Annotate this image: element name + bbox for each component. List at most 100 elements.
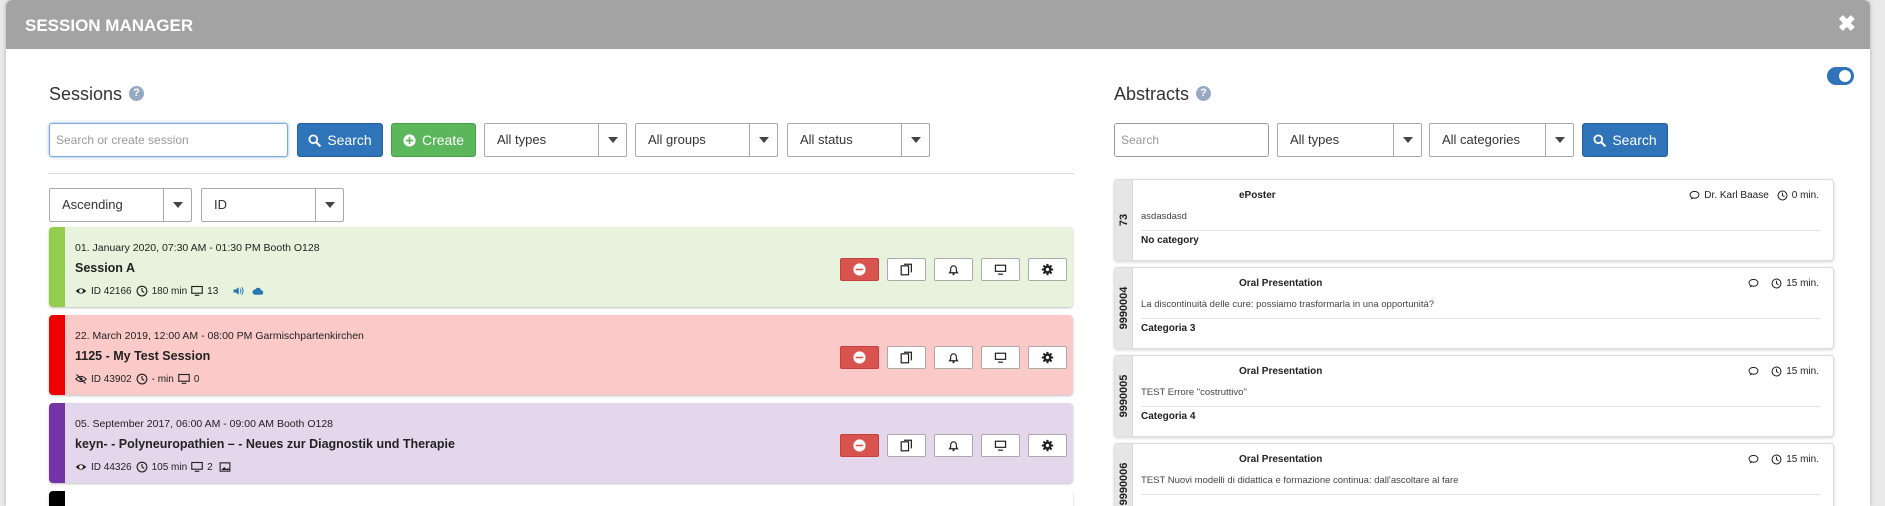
search-icon bbox=[1593, 133, 1607, 147]
abstract-type-value: All types bbox=[1290, 132, 1340, 147]
remove-button[interactable] bbox=[840, 434, 879, 457]
present-button[interactable] bbox=[981, 258, 1020, 281]
view-toggle[interactable] bbox=[1827, 67, 1854, 85]
session-duration: - min bbox=[151, 373, 174, 385]
help-icon[interactable]: ? bbox=[129, 86, 145, 101]
abstract-card[interactable]: 9990006 Oral Presentation 15 min. TEST N… bbox=[1114, 443, 1834, 506]
settings-button[interactable] bbox=[1028, 346, 1067, 369]
session-screens: 13 bbox=[207, 285, 219, 297]
abstract-search-label: Search bbox=[1612, 132, 1657, 148]
session-card[interactable]: 22. March 2019, 12:00 AM - 08:00 PM Garm… bbox=[49, 315, 1073, 395]
monitor-icon bbox=[178, 373, 190, 384]
settings-button[interactable] bbox=[1028, 434, 1067, 457]
gear-icon bbox=[1041, 263, 1054, 276]
session-meta: ID 43902 - min 0 bbox=[75, 373, 199, 385]
session-name: Session A bbox=[75, 261, 135, 275]
abstract-info: 15 min. bbox=[1748, 454, 1819, 465]
copy-button[interactable] bbox=[887, 258, 926, 281]
remove-button[interactable] bbox=[840, 258, 879, 281]
abstract-search-input[interactable] bbox=[1114, 123, 1269, 157]
abstract-search-button[interactable]: Search bbox=[1582, 123, 1668, 157]
abstract-id: 9990005 bbox=[1117, 374, 1130, 418]
gear-icon bbox=[1041, 351, 1054, 364]
abstract-title: asdasdasd bbox=[1141, 211, 1821, 231]
abstract-duration: 15 min. bbox=[1786, 278, 1819, 289]
abstract-title: TEST Errore "costruttivo" bbox=[1141, 387, 1821, 407]
copy-icon bbox=[900, 439, 912, 452]
close-icon[interactable]: ✖ bbox=[1838, 11, 1856, 37]
abstract-info: 15 min. bbox=[1748, 366, 1819, 377]
session-color-bar bbox=[49, 227, 65, 307]
session-search-button[interactable]: Search bbox=[297, 123, 383, 157]
monitor-icon bbox=[994, 440, 1007, 451]
clock-icon bbox=[1771, 278, 1782, 289]
abstract-card[interactable]: 9990004 Oral Presentation 15 min. La dis… bbox=[1114, 267, 1834, 349]
copy-button[interactable] bbox=[887, 434, 926, 457]
chevron-down-icon bbox=[1393, 124, 1421, 156]
present-button[interactable] bbox=[981, 346, 1020, 369]
session-name: keyn- - Polyneuropathien – - Neues zur D… bbox=[75, 437, 455, 451]
session-duration: 180 min bbox=[151, 285, 188, 297]
chevron-down-icon bbox=[901, 124, 929, 156]
abstract-type: Oral Presentation bbox=[1239, 366, 1323, 377]
session-group-select[interactable]: All groups bbox=[635, 123, 778, 157]
bell-icon bbox=[948, 441, 959, 452]
abstract-category: Categoria 4 bbox=[1141, 411, 1196, 422]
notify-button[interactable] bbox=[934, 258, 973, 281]
settings-button[interactable] bbox=[1028, 258, 1067, 281]
session-card[interactable]: 05. September 2017, 06:00 AM - 09:00 AM … bbox=[49, 403, 1073, 483]
eye-slash-icon bbox=[75, 374, 87, 384]
session-search-input[interactable] bbox=[49, 123, 288, 157]
abstract-card[interactable]: 9990005 Oral Presentation 15 min. TEST E… bbox=[1114, 355, 1834, 437]
session-id: ID 42166 bbox=[91, 285, 132, 297]
minus-circle-icon bbox=[853, 263, 866, 276]
modal-title: SESSION MANAGER bbox=[25, 16, 194, 35]
sort-order-value: Ascending bbox=[62, 197, 123, 212]
plus-circle-icon bbox=[403, 133, 416, 147]
create-session-button[interactable]: Create bbox=[391, 123, 476, 157]
session-name: 1125 - My Test Session bbox=[75, 349, 211, 363]
clock-icon bbox=[136, 285, 148, 297]
sessions-heading: Sessions? bbox=[49, 84, 145, 105]
session-manager-modal: SESSION MANAGER ✖ Sessions? Search Creat… bbox=[6, 0, 1870, 506]
abstract-id-column: 9990006 bbox=[1115, 444, 1133, 506]
abstract-type-select[interactable]: All types bbox=[1277, 123, 1422, 157]
present-button[interactable] bbox=[981, 434, 1020, 457]
monitor-icon bbox=[191, 285, 203, 296]
comment-icon bbox=[1748, 278, 1759, 288]
comment-icon bbox=[1689, 190, 1700, 200]
abstract-duration: 15 min. bbox=[1786, 454, 1819, 465]
abstract-title: TEST Nuovi modelli di didattica e formaz… bbox=[1141, 475, 1821, 495]
notify-button[interactable] bbox=[934, 434, 973, 457]
abstract-category: No category bbox=[1141, 235, 1199, 246]
chevron-down-icon bbox=[163, 189, 191, 221]
image-icon bbox=[219, 462, 231, 472]
chevron-down-icon bbox=[1545, 124, 1573, 156]
session-card[interactable]: 01. January 2020, 07:30 AM - 01:30 PM Bo… bbox=[49, 227, 1073, 307]
clock-icon bbox=[136, 461, 148, 473]
help-icon[interactable]: ? bbox=[1196, 86, 1212, 101]
abstract-card[interactable]: 73 ePoster Dr. Karl Baase 0 min. asdasda… bbox=[1114, 179, 1834, 261]
session-screens: 2 bbox=[207, 461, 213, 473]
chevron-down-icon bbox=[749, 124, 777, 156]
session-type-select[interactable]: All types bbox=[484, 123, 627, 157]
clock-icon bbox=[1771, 366, 1782, 377]
abstract-author: Dr. Karl Baase bbox=[1704, 190, 1769, 201]
abstract-category-select[interactable]: All categories bbox=[1429, 123, 1574, 157]
sort-field-select[interactable]: ID bbox=[201, 188, 344, 222]
session-meta: ID 42166 180 min 13 bbox=[75, 285, 264, 297]
abstract-category-value: All categories bbox=[1442, 132, 1521, 147]
session-date: 22. March 2019, 12:00 AM - 08:00 PM Garm… bbox=[75, 330, 364, 342]
comment-icon bbox=[1748, 366, 1759, 376]
session-status-select[interactable]: All status bbox=[787, 123, 930, 157]
abstract-id-column: 73 bbox=[1115, 180, 1133, 260]
sort-order-select[interactable]: Ascending bbox=[49, 188, 192, 222]
notify-button[interactable] bbox=[934, 346, 973, 369]
clock-icon bbox=[1771, 454, 1782, 465]
eye-icon bbox=[75, 288, 87, 294]
abstract-duration: 0 min. bbox=[1791, 190, 1819, 201]
remove-button[interactable] bbox=[840, 346, 879, 369]
copy-button[interactable] bbox=[887, 346, 926, 369]
session-card[interactable] bbox=[49, 491, 1073, 506]
session-meta: ID 44326 105 min 2 bbox=[75, 461, 231, 473]
